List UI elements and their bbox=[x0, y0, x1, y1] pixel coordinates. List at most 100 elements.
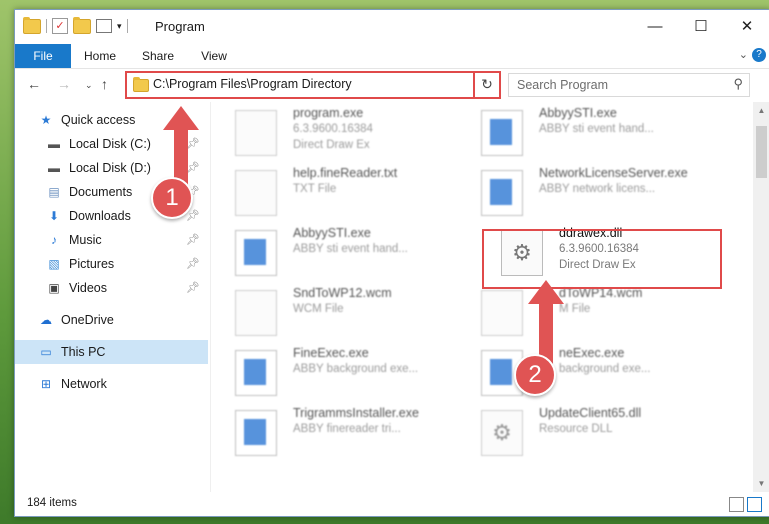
large-icons-view-icon[interactable] bbox=[747, 497, 762, 512]
pin-icon[interactable]: 📌︎ bbox=[186, 252, 200, 276]
up-button[interactable]: ↑ bbox=[101, 76, 108, 92]
divider bbox=[46, 19, 47, 33]
customize-dropdown-icon[interactable]: ▾ bbox=[117, 21, 122, 32]
file-item[interactable]: program.exe 6.3.9600.16384 Direct Draw E… bbox=[215, 104, 445, 162]
exe-file-icon bbox=[481, 170, 523, 216]
pc-icon: ▭ bbox=[40, 345, 52, 359]
sidebar-item-label: Pictures bbox=[69, 257, 115, 271]
file-type: TXT File bbox=[293, 183, 337, 195]
properties-icon[interactable] bbox=[96, 19, 112, 33]
file-item[interactable]: AbbyySTI.exe ABBY sti event hand... bbox=[215, 224, 445, 282]
pin-icon[interactable]: 📌︎ bbox=[186, 228, 200, 252]
file-type: Resource DLL bbox=[539, 423, 613, 435]
music-icon: ♪ bbox=[51, 233, 57, 247]
address-bar[interactable]: C:\Program Files\Program Directory ⌄ bbox=[125, 71, 488, 99]
file-item[interactable]: SndToWP12.wcm WCM File bbox=[215, 284, 445, 342]
refresh-button[interactable]: ↻ bbox=[473, 71, 501, 99]
file-name: help.fineReader.txt bbox=[293, 166, 398, 180]
file-item[interactable]: NetworkLicenseServer.exe ABBY network li… bbox=[461, 164, 691, 222]
recent-locations-icon[interactable]: ⌄ bbox=[85, 80, 93, 91]
close-button[interactable]: ✕ bbox=[724, 10, 769, 44]
file-name: AbbyySTI.exe bbox=[539, 106, 617, 120]
file-version: 6.3.9600.16384 bbox=[293, 123, 373, 135]
file-item[interactable]: help.fineReader.txt TXT File bbox=[215, 164, 445, 222]
file-description: Direct Draw Ex bbox=[293, 139, 370, 151]
address-path: C:\Program Files\Program Directory bbox=[153, 77, 352, 91]
sidebar-item-this-pc[interactable]: ▭ This PC bbox=[15, 340, 208, 364]
documents-icon: ▤ bbox=[48, 185, 60, 199]
scroll-up-icon[interactable]: ▲ bbox=[753, 102, 769, 119]
file-item[interactable]: AbbyySTI.exe ABBY sti event hand... bbox=[461, 104, 691, 162]
scroll-down-icon[interactable]: ▼ bbox=[753, 475, 769, 492]
maximize-button[interactable]: ☐ bbox=[678, 10, 724, 44]
exe-file-icon bbox=[235, 350, 277, 396]
file-name: program.exe bbox=[293, 106, 364, 120]
sidebar-item-videos[interactable]: ▣ Videos 📌︎ bbox=[15, 276, 208, 300]
file-item[interactable]: dToWP14.wcm M File bbox=[461, 284, 691, 342]
pictures-icon: ▧ bbox=[48, 257, 60, 271]
file-item[interactable]: FineExec.exe ABBY background exe... bbox=[215, 344, 445, 402]
file-type: WCM File bbox=[293, 303, 344, 315]
sidebar-item-label: This PC bbox=[61, 345, 106, 359]
star-icon: ★ bbox=[40, 113, 52, 127]
file-name: SndToWP12.wcm bbox=[293, 286, 392, 300]
step-2-badge: 2 bbox=[514, 354, 556, 396]
wcm-file-icon bbox=[235, 290, 277, 336]
search-icon: ⚲ bbox=[733, 76, 743, 91]
sidebar-item-network[interactable]: ⊞ Network bbox=[15, 372, 208, 396]
onedrive-icon: ☁ bbox=[40, 313, 52, 327]
txt-file-icon bbox=[235, 170, 277, 216]
help-icon[interactable]: ? bbox=[752, 48, 766, 62]
search-placeholder: Search Program bbox=[517, 78, 609, 92]
file-item[interactable]: TrigrammsInstaller.exe ABBY finereader t… bbox=[215, 404, 445, 462]
file-description: ABBY sti event hand... bbox=[293, 243, 408, 255]
folder-icon bbox=[133, 77, 149, 92]
minimize-button[interactable]: — bbox=[632, 10, 678, 44]
tab-share[interactable]: Share bbox=[133, 44, 183, 68]
tab-file[interactable]: File bbox=[15, 44, 71, 68]
sidebar-item-pictures[interactable]: ▧ Pictures 📌︎ bbox=[15, 252, 208, 276]
navigation-bar: ← → ⌄ ↑ C:\Program Files\Program Directo… bbox=[15, 69, 769, 101]
wcm-file-icon bbox=[481, 290, 523, 336]
properties-check-icon[interactable]: ✓ bbox=[52, 18, 68, 34]
divider bbox=[126, 19, 128, 33]
file-description: ABBY finereader tri... bbox=[293, 423, 401, 435]
videos-icon: ▣ bbox=[48, 281, 60, 295]
details-view-icon[interactable] bbox=[729, 497, 744, 512]
scroll-thumb[interactable] bbox=[756, 126, 767, 178]
file-name: NetworkLicenseServer.exe bbox=[539, 166, 688, 180]
new-folder-icon[interactable] bbox=[73, 16, 91, 34]
exe-file-icon bbox=[481, 110, 523, 156]
file-description: ABBY background exe... bbox=[293, 363, 419, 375]
ribbon-tabs: File Home Share View ⌄ ? bbox=[15, 44, 769, 69]
forward-button[interactable]: → bbox=[57, 76, 71, 92]
file-name: neExec.exe bbox=[559, 346, 625, 360]
exe-file-icon bbox=[235, 230, 277, 276]
file-name: TrigrammsInstaller.exe bbox=[293, 406, 419, 420]
vertical-scrollbar[interactable]: ▲ ▼ bbox=[753, 102, 769, 492]
back-button[interactable]: ← bbox=[27, 76, 41, 92]
sidebar-item-label: Local Disk (C:) bbox=[69, 137, 151, 151]
sidebar-item-label: Downloads bbox=[69, 209, 131, 223]
file-description: background exe... bbox=[559, 363, 651, 375]
file-item[interactable]: ⚙ UpdateClient65.dll Resource DLL bbox=[461, 404, 691, 462]
exe-file-icon bbox=[235, 110, 277, 156]
sidebar-item-label: Documents bbox=[69, 185, 133, 199]
search-input[interactable]: Search Program ⚲ bbox=[508, 73, 750, 97]
tab-home[interactable]: Home bbox=[75, 44, 125, 68]
expand-ribbon-icon[interactable]: ⌄ bbox=[739, 48, 748, 61]
exe-file-icon bbox=[235, 410, 277, 456]
dll-gear-icon: ⚙ bbox=[481, 410, 523, 456]
sidebar-item-onedrive[interactable]: ☁ OneDrive bbox=[15, 308, 208, 332]
item-count: 184 items bbox=[27, 497, 77, 509]
file-item[interactable]: neExec.exe background exe... bbox=[461, 344, 691, 402]
drive-icon: ▬ bbox=[48, 161, 60, 175]
step-1-badge: 1 bbox=[151, 177, 193, 219]
explorer-window: ✓ ▾ Program — ☐ ✕ File Home Share View ⌄… bbox=[14, 9, 769, 517]
tab-view[interactable]: View bbox=[191, 44, 237, 68]
pane-divider bbox=[210, 102, 211, 492]
sidebar-item-music[interactable]: ♪ Music 📌︎ bbox=[15, 228, 208, 252]
sidebar-item-label: Quick access bbox=[61, 113, 136, 127]
status-bar: 184 items bbox=[15, 492, 769, 516]
pin-icon[interactable]: 📌︎ bbox=[186, 276, 200, 300]
